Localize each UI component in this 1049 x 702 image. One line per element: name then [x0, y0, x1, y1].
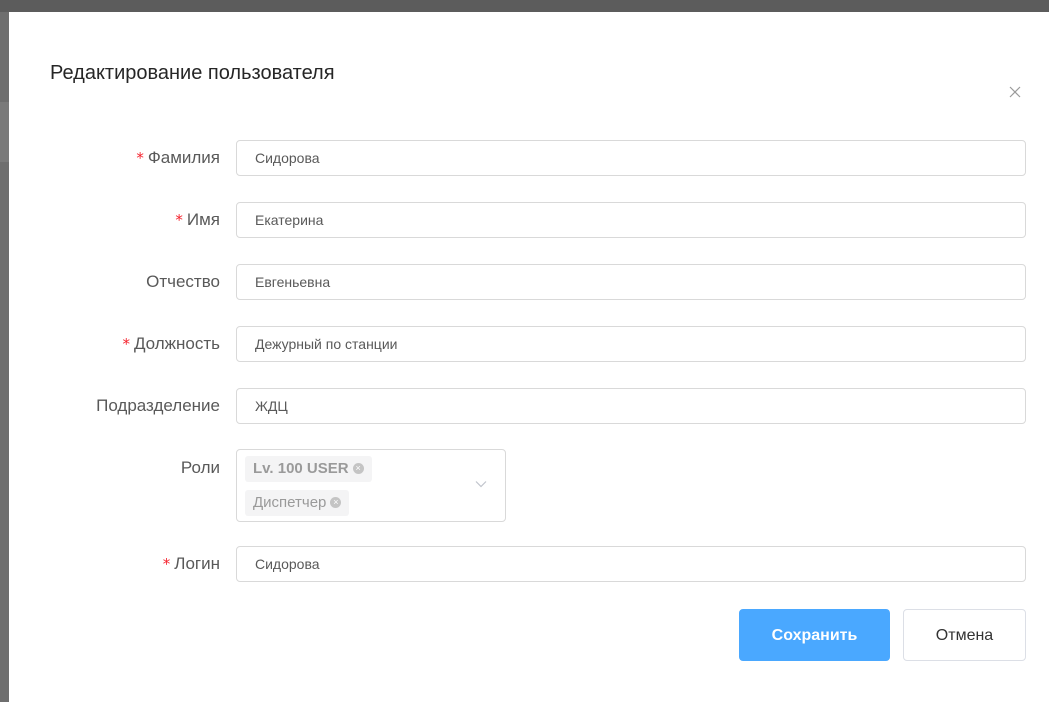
form-row-position: * Должность	[9, 324, 1049, 364]
login-input[interactable]	[236, 546, 1026, 582]
required-mark: *	[175, 211, 183, 229]
form-row-last-name: * Фамилия	[9, 138, 1049, 178]
patronymic-input[interactable]	[236, 264, 1026, 300]
close-icon	[1009, 86, 1021, 98]
form-row-patronymic: Отчество	[9, 262, 1049, 302]
role-tag-label: Lv. 100 USER	[253, 460, 349, 477]
tag-remove-icon[interactable]: ×	[330, 496, 342, 508]
roles-label: Роли	[180, 458, 220, 477]
save-button[interactable]: Сохранить	[739, 609, 890, 661]
form-row-department: Подразделение	[9, 386, 1049, 426]
department-input[interactable]	[236, 388, 1026, 424]
page-backdrop-left	[0, 12, 9, 702]
position-label-text: Должность	[133, 334, 220, 353]
edit-user-dialog: Редактирование пользователя *Фамилия *Им…	[9, 12, 1049, 702]
position-input[interactable]	[236, 326, 1026, 362]
last-name-label-text: Фамилия	[147, 148, 220, 167]
required-mark: *	[122, 335, 130, 353]
position-label: * Должность	[122, 324, 220, 364]
page-backdrop-top	[0, 0, 1049, 12]
first-name-label: * Имя	[175, 200, 220, 240]
close-button[interactable]	[1005, 82, 1025, 102]
chevron-down-icon	[475, 481, 487, 488]
role-tag: Lv. 100 USER ×	[245, 456, 372, 482]
form-row-login: * Логин	[9, 544, 1049, 584]
roles-select[interactable]: Lv. 100 USER × Диспетчер ×	[236, 449, 506, 522]
form-row-roles: Роли	[9, 448, 1049, 488]
tag-remove-icon[interactable]: ×	[352, 462, 364, 474]
role-tag: Диспетчер ×	[245, 490, 350, 516]
required-mark: *	[136, 149, 144, 167]
first-name-label-text: Имя	[186, 210, 220, 229]
last-name-label: * Фамилия	[136, 138, 220, 178]
dialog-title: Редактирование пользователя	[50, 62, 335, 84]
login-label: * Логин	[163, 544, 220, 584]
role-tag-label: Диспетчер	[253, 494, 327, 511]
login-label-text: Логин	[174, 554, 220, 573]
cancel-button[interactable]: Отмена	[903, 609, 1026, 661]
form-row-first-name: * Имя	[9, 200, 1049, 240]
last-name-input[interactable]	[236, 140, 1026, 176]
department-label: Подразделение	[96, 396, 220, 415]
required-mark: *	[162, 555, 171, 573]
first-name-input[interactable]	[236, 202, 1026, 238]
patronymic-label: Отчество	[146, 272, 220, 291]
